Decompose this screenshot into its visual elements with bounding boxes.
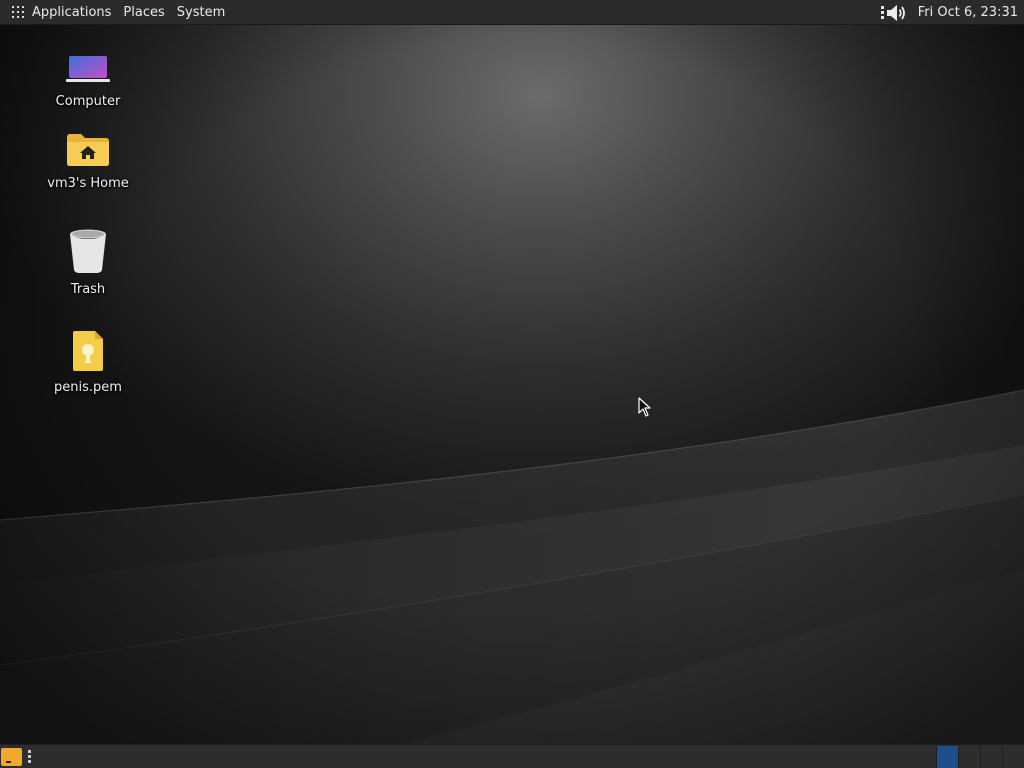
top-panel: Applications Places System Fri Oct 6, 23… — [0, 0, 1024, 25]
bottom-panel — [0, 744, 1024, 768]
show-desktop-icon[interactable] — [1, 748, 22, 766]
trash-icon — [68, 228, 108, 278]
desktop-background[interactable] — [0, 25, 1024, 744]
top-panel-tray: Fri Oct 6, 23:31 — [880, 0, 1024, 25]
workspace-3[interactable] — [980, 746, 1002, 768]
home-folder-icon — [65, 132, 111, 172]
clock[interactable]: Fri Oct 6, 23:31 — [912, 5, 1024, 20]
mouse-pointer-icon — [638, 397, 652, 421]
desktop-icon-computer[interactable]: Computer — [38, 52, 138, 109]
desktop-icon-trash[interactable]: Trash — [38, 228, 138, 297]
desktop-icon-label: vm3's Home — [47, 176, 129, 191]
desktop-icon-label: Computer — [55, 94, 121, 109]
wallpaper-waves — [0, 389, 1024, 744]
workspace-2[interactable] — [958, 746, 980, 768]
desktop-icon-home[interactable]: vm3's Home — [38, 132, 138, 191]
workspace-4[interactable] — [1002, 746, 1024, 768]
desktop-icon-pem-file[interactable]: penis.pem — [38, 330, 138, 395]
speaker-volume-icon[interactable] — [880, 2, 912, 24]
applications-menu-label: Applications — [32, 4, 112, 20]
places-menu[interactable]: Places — [117, 0, 170, 25]
computer-icon — [65, 52, 111, 90]
workspace-1[interactable] — [936, 746, 958, 768]
certificate-file-icon — [71, 330, 105, 376]
system-menu-label: System — [176, 4, 226, 20]
desktop-icon-label: Trash — [70, 282, 106, 297]
applications-menu[interactable]: Applications — [0, 0, 117, 25]
apps-grid-icon — [12, 6, 24, 18]
panel-handle-icon[interactable] — [28, 750, 32, 764]
desktop-icon-label: penis.pem — [54, 380, 122, 395]
system-menu[interactable]: System — [171, 0, 231, 25]
places-menu-label: Places — [123, 4, 165, 20]
